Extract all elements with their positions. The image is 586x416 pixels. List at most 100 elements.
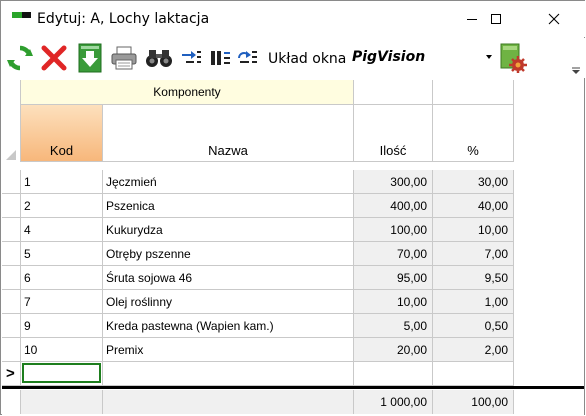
kod-cell[interactable]: 9 [21,314,103,338]
ilosc-cell[interactable]: 10,00 [354,290,433,314]
refresh-button[interactable] [5,44,35,72]
ilosc-cell[interactable]: 300,00 [354,170,433,194]
totals-row-header [2,390,21,414]
table-row[interactable]: 9 Kreda pastewna (Wapien kam.) 5,00 0,50 [2,314,514,338]
totals-separator [2,386,584,389]
kod-cell[interactable]: 6 [21,266,103,290]
group-header-komponenty: Komponenty [21,80,354,105]
settings-button[interactable] [498,42,528,74]
arrange-button[interactable] [208,44,232,72]
new-row[interactable]: > [2,362,514,386]
new-row-header: > [2,362,21,386]
kod-cell[interactable]: 1 [21,170,103,194]
ilosc-cell[interactable]: 5,00 [354,314,433,338]
table-row[interactable]: 7 Olej roślinny 10,00 1,00 [2,290,514,314]
new-row-pct-cell[interactable] [433,362,514,386]
row-header[interactable] [2,290,21,314]
nazwa-cell[interactable]: Otręby pszenne [103,242,354,266]
new-row-marker: > [6,365,15,382]
refresh-icon [7,45,33,71]
swap-button[interactable] [235,44,259,72]
row-header[interactable] [2,266,21,290]
toolbar-overflow-button[interactable] [570,65,582,75]
row-header[interactable] [2,338,21,362]
corner-triangle-icon [6,150,16,160]
column-header-pct[interactable]: % [433,105,514,162]
table-row[interactable]: 1 Jęczmień 300,00 30,00 [2,170,514,194]
ilosc-cell[interactable]: 70,00 [354,242,433,266]
ilosc-cell[interactable]: 20,00 [354,338,433,362]
chevron-down-icon [486,55,492,59]
pct-cell[interactable]: 30,00 [433,170,514,194]
pct-cell[interactable]: 40,00 [433,194,514,218]
components-grid: Komponenty Kod Nazwa Ilość % 1 Jęczmień 30… [2,78,584,415]
find-button[interactable] [143,44,175,72]
toolbar: Układ okna PigVision [1,38,585,78]
kod-cell[interactable]: 2 [21,194,103,218]
maximize-icon [491,14,501,24]
maximize-button[interactable] [473,1,519,37]
ilosc-cell[interactable]: 400,00 [354,194,433,218]
swap-icon [238,51,257,63]
download-icon [78,43,102,73]
group-header-blank-1 [354,80,433,105]
totals-pct-cell: 100,00 [433,390,514,414]
ilosc-cell[interactable]: 100,00 [354,218,433,242]
nazwa-cell[interactable]: Olej roślinny [103,290,354,314]
new-row-nazwa-cell[interactable] [103,362,354,386]
print-icon [111,46,137,70]
table-row[interactable]: 10 Premix 20,00 2,00 [2,338,514,362]
nazwa-cell[interactable]: Pszenica [103,194,354,218]
ilosc-cell[interactable]: 95,00 [354,266,433,290]
row-header[interactable] [2,218,21,242]
arrange-icon [211,51,230,65]
pct-cell[interactable]: 10,00 [433,218,514,242]
row-header[interactable] [2,170,21,194]
pct-cell[interactable]: 1,00 [433,290,514,314]
move-left-button[interactable] [179,44,203,72]
column-header-kod[interactable]: Kod [21,105,103,162]
pct-cell[interactable]: 7,00 [433,242,514,266]
pct-cell[interactable]: 2,00 [433,338,514,362]
row-header[interactable] [2,242,21,266]
pct-cell[interactable]: 9,50 [433,266,514,290]
nazwa-cell[interactable]: Premix [103,338,354,362]
group-header-blank-2 [433,80,514,105]
move-icon [182,51,201,63]
nazwa-cell[interactable]: Kukurydza [103,218,354,242]
title-bar[interactable]: Edytuj: A, Lochy laktacja [1,1,585,37]
kod-cell[interactable]: 7 [21,290,103,314]
layout-select[interactable]: PigVision [346,45,496,69]
table-row[interactable]: 6 Śruta sojowa 46 95,00 9,50 [2,266,514,290]
overflow-icon [572,67,580,74]
kod-cell[interactable]: 5 [21,242,103,266]
new-row-ilosc-cell[interactable] [354,362,433,386]
app-icon [12,12,31,18]
row-header[interactable] [2,314,21,338]
totals-nazwa-cell [103,390,354,414]
binoculars-icon [146,50,172,67]
download-button[interactable] [77,43,103,73]
nazwa-cell[interactable]: Jęczmień [103,170,354,194]
table-row[interactable]: 5 Otręby pszenne 70,00 7,00 [2,242,514,266]
kod-cell[interactable]: 10 [21,338,103,362]
close-button[interactable] [531,1,577,37]
active-edit-cell[interactable] [22,363,101,383]
settings-icon [500,43,527,73]
column-header-nazwa[interactable]: Nazwa [103,105,354,162]
table-row[interactable]: 2 Pszenica 400,00 40,00 [2,194,514,218]
print-button[interactable] [110,44,138,72]
nazwa-cell[interactable]: Śruta sojowa 46 [103,266,354,290]
kod-cell[interactable]: 4 [21,218,103,242]
pct-cell[interactable]: 0,50 [433,314,514,338]
row-header[interactable] [2,194,21,218]
layout-select-value: PigVision [352,49,426,65]
totals-kod-cell [21,390,103,414]
table-row[interactable]: 4 Kukurydza 100,00 10,00 [2,218,514,242]
totals-ilosc-cell: 1 000,00 [354,390,433,414]
editor-window: Edytuj: A, Lochy laktacja Układ okna Pig… [0,0,585,415]
nazwa-cell[interactable]: Kreda pastewna (Wapien kam.) [103,314,354,338]
delete-button[interactable] [39,44,69,72]
grid-corner[interactable] [2,80,21,162]
column-header-ilosc[interactable]: Ilość [354,105,433,162]
